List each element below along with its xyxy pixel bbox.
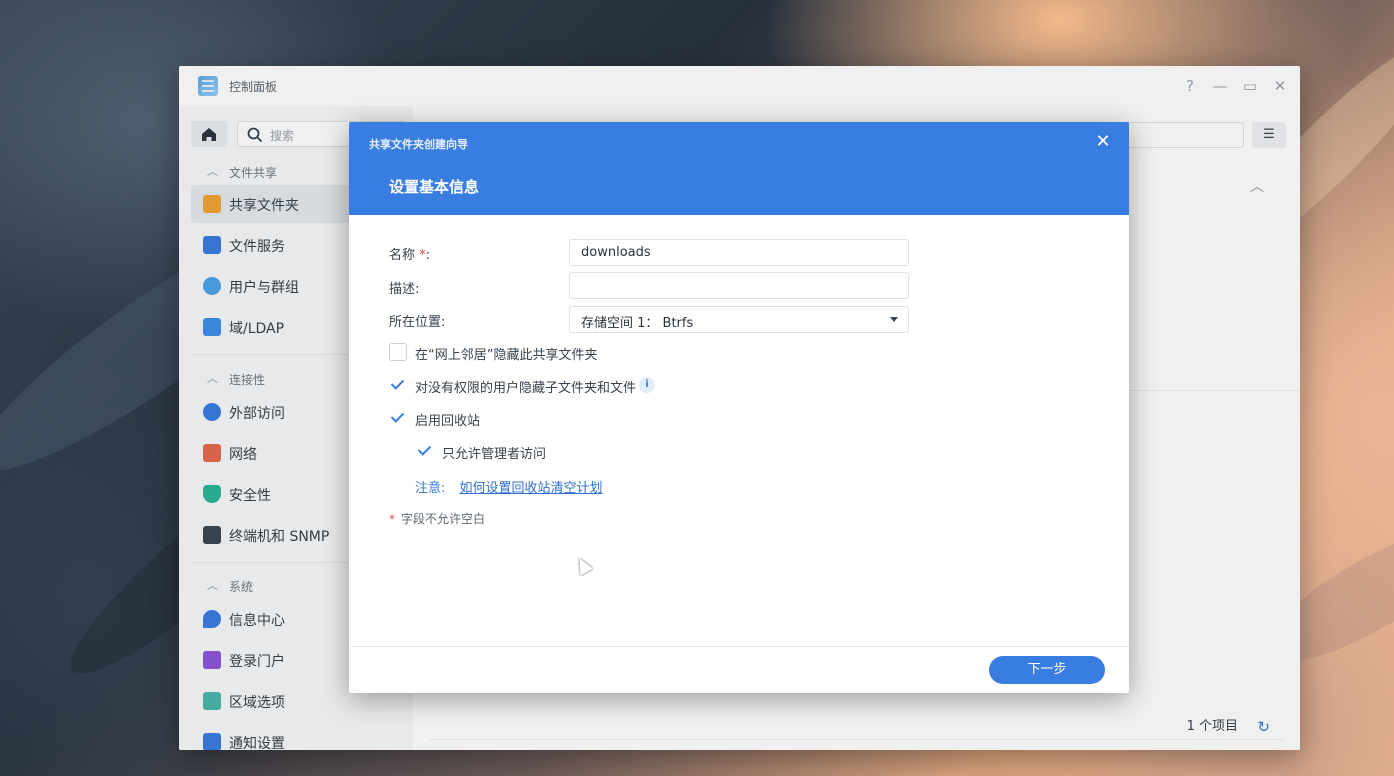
required-note-text: 字段不允许空白 — [401, 512, 486, 526]
required-note: * 字段不允许空白 — [389, 510, 485, 527]
location-select[interactable]: 存储空间 1： Btrfs — [569, 306, 909, 333]
admin-only-checkbox[interactable] — [416, 442, 434, 460]
hide-network-checkbox[interactable] — [389, 343, 407, 361]
name-label-text: 名称 — [389, 248, 416, 263]
recycle-schedule-link[interactable]: 如何设置回收站清空计划 — [460, 481, 603, 496]
location-value: 存储空间 1： Btrfs — [581, 316, 694, 331]
required-star: * — [389, 512, 395, 526]
shared-folder-wizard-dialog: 共享文件夹创建向导 设置基本信息 ✕ 名称 *: downloads 描述: 所… — [349, 122, 1129, 693]
description-label: 描述: — [389, 282, 420, 297]
location-label: 所在位置: — [389, 315, 446, 330]
close-icon[interactable]: ✕ — [1093, 132, 1113, 152]
next-button[interactable]: 下一步 — [989, 656, 1105, 684]
description-field[interactable] — [569, 272, 909, 299]
name-field[interactable]: downloads — [569, 239, 909, 266]
dialog-footer-divider — [349, 646, 1129, 647]
hide-network-label: 在“网上邻居”隐藏此共享文件夹 — [415, 348, 598, 363]
hide-subfolders-label: 对没有权限的用户隐藏子文件夹和文件 — [415, 381, 637, 396]
info-icon[interactable]: i — [639, 377, 655, 393]
recycle-note: 注意: 如何设置回收站清空计划 — [415, 477, 603, 496]
wizard-title: 共享文件夹创建向导 — [369, 138, 468, 151]
step-title: 设置基本信息 — [389, 178, 480, 196]
dropdown-caret-icon — [890, 317, 898, 322]
recycle-bin-label: 启用回收站 — [415, 414, 481, 429]
recycle-bin-checkbox[interactable] — [389, 409, 407, 427]
name-label-colon: : — [425, 248, 431, 263]
name-label: 名称 *: — [389, 244, 430, 263]
hide-subfolders-checkbox[interactable] — [389, 376, 407, 394]
name-value: downloads — [581, 245, 651, 260]
dialog-header: 共享文件夹创建向导 设置基本信息 ✕ — [349, 122, 1129, 215]
note-key: 注意: — [415, 481, 446, 496]
admin-only-label: 只允许管理者访问 — [442, 447, 547, 462]
